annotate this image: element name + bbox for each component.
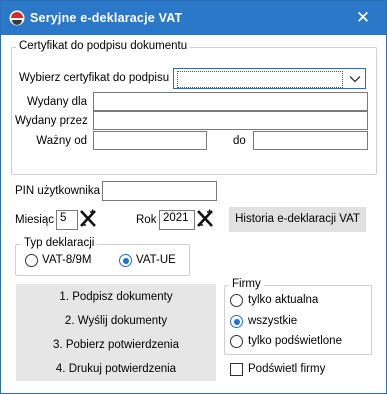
month-calculator-icon[interactable] [79, 209, 97, 229]
certificate-group-legend: Certyfikat do podpisu dokumentu [16, 40, 191, 52]
pin-label: PIN użytkownika [15, 185, 101, 197]
year-label: Rok [136, 214, 157, 226]
title-bar[interactable]: Seryjne e-deklaracje VAT ✕ [1, 1, 386, 35]
highlight-firms-label[interactable]: Podświetl firmy [248, 363, 325, 375]
issued-by-field[interactable] [93, 111, 368, 130]
valid-from-label: Ważny od [36, 135, 87, 147]
window-title: Seryjne e-deklaracje VAT [30, 11, 183, 25]
history-button[interactable]: Historia e-deklaracji VAT [229, 207, 366, 232]
dialog-window: Seryjne e-deklaracje VAT ✕ Certyfikat do… [0, 0, 387, 394]
radio-only-current[interactable] [230, 294, 243, 307]
year-field[interactable]: 2021 [159, 210, 195, 230]
issued-by-label: Wydany przez [15, 115, 88, 127]
valid-from-field[interactable] [93, 131, 207, 150]
radio-all-firms-label[interactable]: wszystkie [248, 315, 297, 327]
radio-only-current-label[interactable]: tylko aktualna [248, 294, 318, 306]
month-field[interactable]: 5 [56, 210, 78, 230]
radio-vat-ue-label[interactable]: VAT-UE [136, 254, 176, 266]
declaration-type-legend: Typ deklaracji [21, 237, 98, 249]
sign-documents-button[interactable]: 1. Podpisz dokumenty [16, 286, 216, 308]
certificate-select-label: Wybierz certyfikat do podpisu [19, 72, 170, 84]
close-icon: ✕ [355, 8, 371, 27]
chevron-down-icon [349, 76, 361, 83]
pin-field[interactable] [102, 181, 217, 201]
valid-to-field[interactable] [253, 131, 368, 150]
issued-to-field[interactable] [93, 92, 368, 111]
valid-to-label: do [233, 135, 246, 147]
send-documents-button[interactable]: 2. Wyślij dokumenty [16, 310, 216, 332]
firms-legend: Firmy [229, 278, 264, 290]
get-confirmations-button[interactable]: 3. Pobierz potwierdzenia [16, 334, 216, 356]
radio-only-highlighted-label[interactable]: tylko podświetlone [248, 335, 342, 347]
highlight-firms-checkbox[interactable] [230, 363, 243, 376]
print-confirmations-button[interactable]: 4. Drukuj potwierdzenia [16, 358, 216, 380]
radio-vat-89m[interactable] [25, 254, 38, 267]
certificate-select[interactable] [173, 68, 366, 89]
month-label: Miesiąc [15, 214, 54, 226]
app-logo-icon [9, 10, 25, 26]
radio-vat-89m-label[interactable]: VAT-8/9M [42, 254, 91, 266]
issued-to-label: Wydany dla [27, 96, 87, 108]
close-button[interactable]: ✕ [340, 1, 386, 35]
radio-only-highlighted[interactable] [230, 335, 243, 348]
certificate-select-value [177, 71, 343, 88]
radio-vat-ue[interactable] [119, 254, 132, 267]
year-calculator-icon[interactable] [196, 209, 214, 229]
radio-all-firms[interactable] [230, 315, 243, 328]
